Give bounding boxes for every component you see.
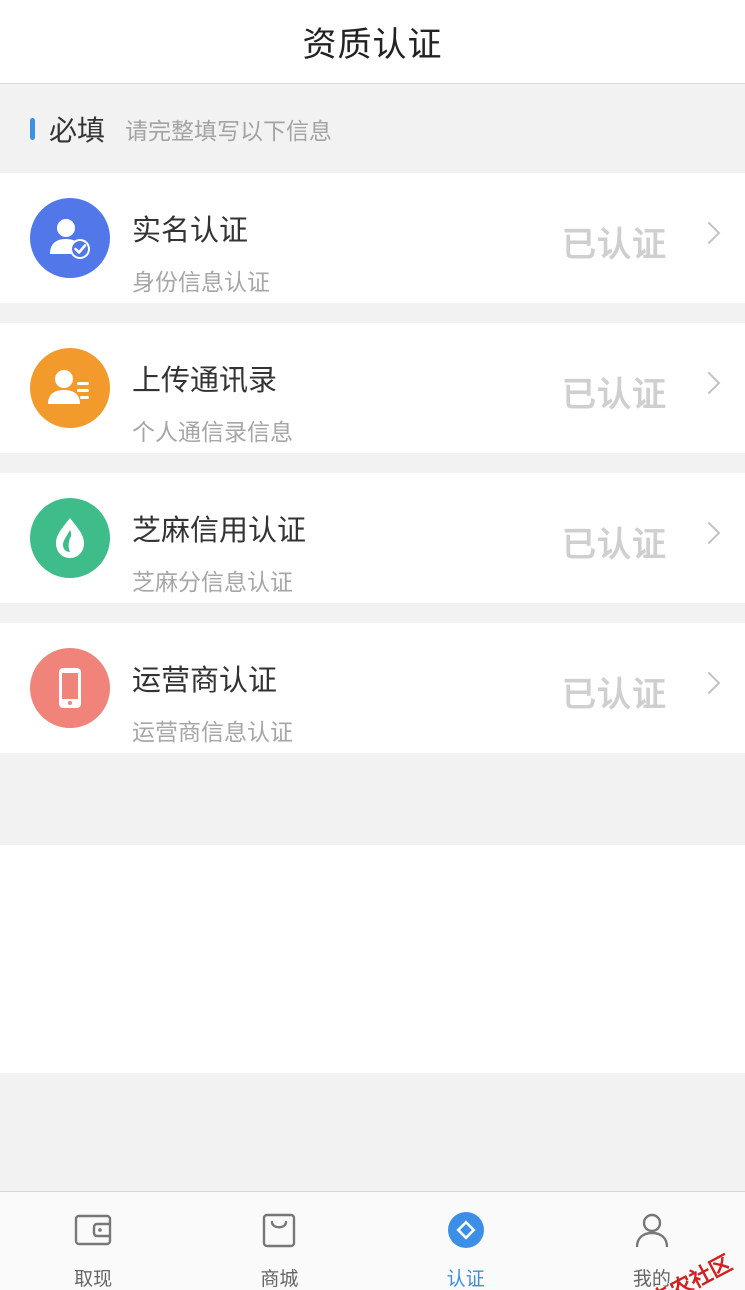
page-title: 资质认证 (302, 25, 443, 65)
cert-subtitle: 运营商信息认证 (132, 720, 293, 746)
bottom-tab-bar: 取现 商城 认证 我的 (0, 1191, 745, 1290)
tab-withdraw[interactable]: 取现 (0, 1192, 186, 1290)
shopping-bag-icon (257, 1210, 301, 1250)
cert-status: 已认证 (562, 225, 667, 265)
cert-subtitle: 芝麻分信息认证 (132, 570, 293, 596)
certify-icon (444, 1210, 488, 1250)
tab-label: 认证 (446, 1268, 485, 1290)
blank-panel (0, 845, 745, 1073)
cert-status: 已认证 (562, 525, 667, 565)
cert-item-realname[interactable]: 实名认证 身份信息认证 已认证 (0, 173, 745, 303)
cert-item-sesame[interactable]: 芝麻信用认证 芝麻分信息认证 已认证 (0, 473, 745, 603)
section-subtitle: 请完整填写以下信息 (125, 119, 333, 145)
chevron-right-icon (697, 371, 721, 395)
cert-list: 实名认证 身份信息认证 已认证 上传通讯录 个人通信录信息 已认证 芝麻信用认证… (0, 173, 745, 753)
wallet-icon (71, 1210, 115, 1250)
section-title: 必填 (49, 114, 106, 147)
cert-subtitle: 个人通信录信息 (132, 420, 293, 446)
person-icon (630, 1210, 674, 1250)
sesame-drop-icon (30, 498, 110, 578)
phone-icon (30, 648, 110, 728)
chevron-right-icon (697, 671, 721, 695)
contact-card-icon (30, 348, 110, 428)
cert-title: 实名认证 (132, 213, 249, 247)
cert-subtitle: 身份信息认证 (132, 270, 270, 296)
cert-status: 已认证 (562, 675, 667, 715)
cert-title: 上传通讯录 (132, 363, 278, 397)
chevron-right-icon (697, 521, 721, 545)
tab-label: 商城 (260, 1268, 299, 1290)
required-section-header: 必填 请完整填写以下信息 (0, 85, 745, 173)
tab-mall[interactable]: 商城 (186, 1192, 372, 1290)
cert-title: 运营商认证 (132, 663, 278, 697)
user-check-icon (30, 198, 110, 278)
cert-item-carrier[interactable]: 运营商认证 运营商信息认证 已认证 (0, 623, 745, 753)
cert-item-contacts[interactable]: 上传通讯录 个人通信录信息 已认证 (0, 323, 745, 453)
tab-label: 取现 (74, 1268, 113, 1290)
cert-title: 芝麻信用认证 (132, 513, 307, 547)
cert-status: 已认证 (562, 375, 667, 415)
section-accent-bar (30, 118, 35, 140)
chevron-right-icon (697, 221, 721, 245)
tab-certify[interactable]: 认证 (373, 1192, 559, 1290)
header-bar: 资质认证 (0, 0, 745, 84)
